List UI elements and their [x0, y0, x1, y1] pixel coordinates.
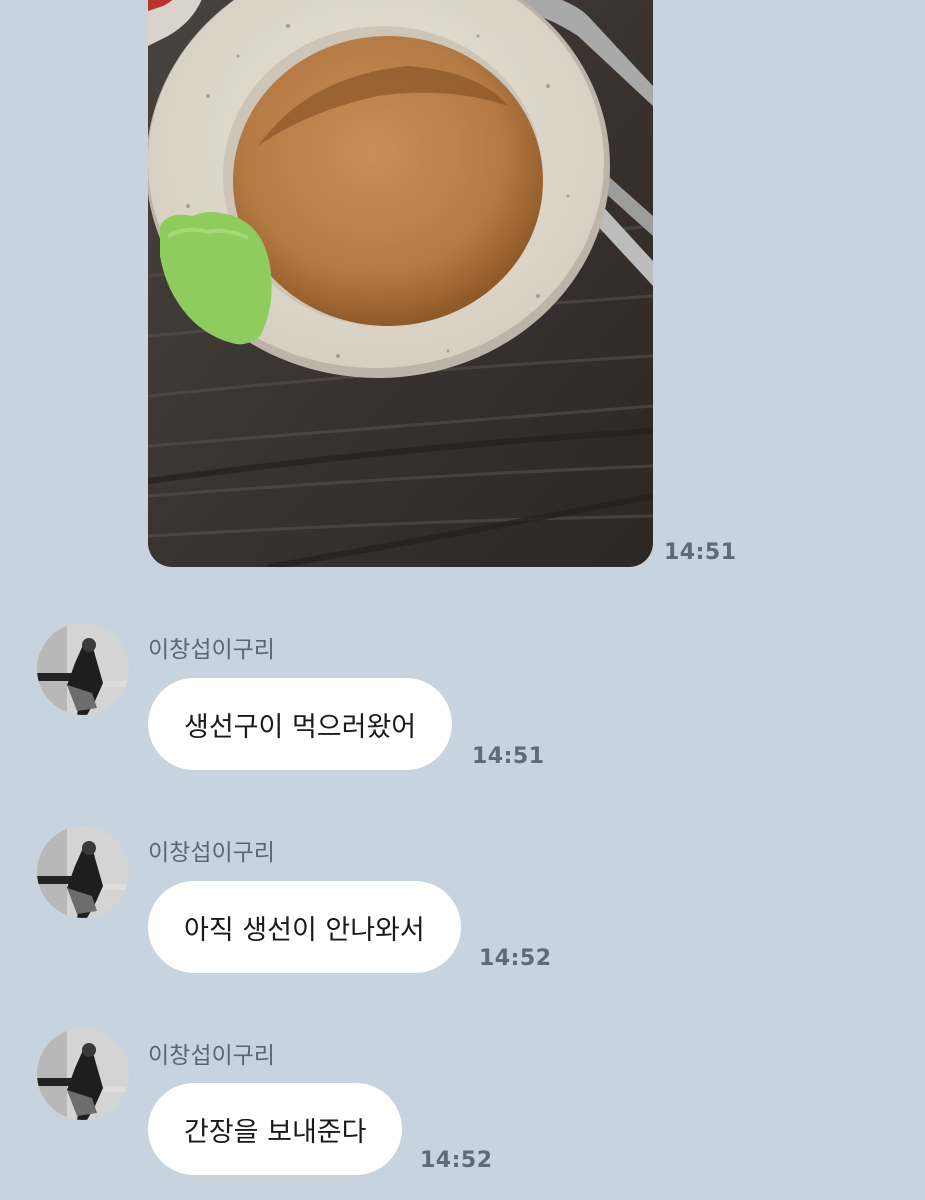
sender-avatar[interactable] [37, 1028, 129, 1120]
profile-photo-icon [37, 1028, 129, 1120]
photo-message-time: 14:51 [664, 540, 737, 565]
message-time: 14:52 [420, 1148, 493, 1173]
sender-name: 이창섭이구리 [148, 1043, 275, 1069]
photo-soy-sauce-wasabi-icon [148, 0, 653, 567]
profile-photo-icon [37, 826, 129, 918]
sender-avatar[interactable] [37, 623, 129, 715]
profile-photo-icon [37, 623, 129, 715]
sender-name: 이창섭이구리 [148, 840, 275, 866]
photo-message[interactable] [148, 0, 653, 567]
message-time: 14:52 [479, 946, 552, 971]
sender-avatar[interactable] [37, 826, 129, 918]
message-bubble[interactable]: 간장을 보내준다 [148, 1083, 403, 1175]
message-time: 14:51 [472, 744, 545, 769]
sender-name: 이창섭이구리 [148, 637, 275, 663]
message-bubble[interactable]: 생선구이 먹으러왔어 [148, 678, 453, 770]
message-bubble[interactable]: 아직 생선이 안나와서 [148, 881, 461, 973]
